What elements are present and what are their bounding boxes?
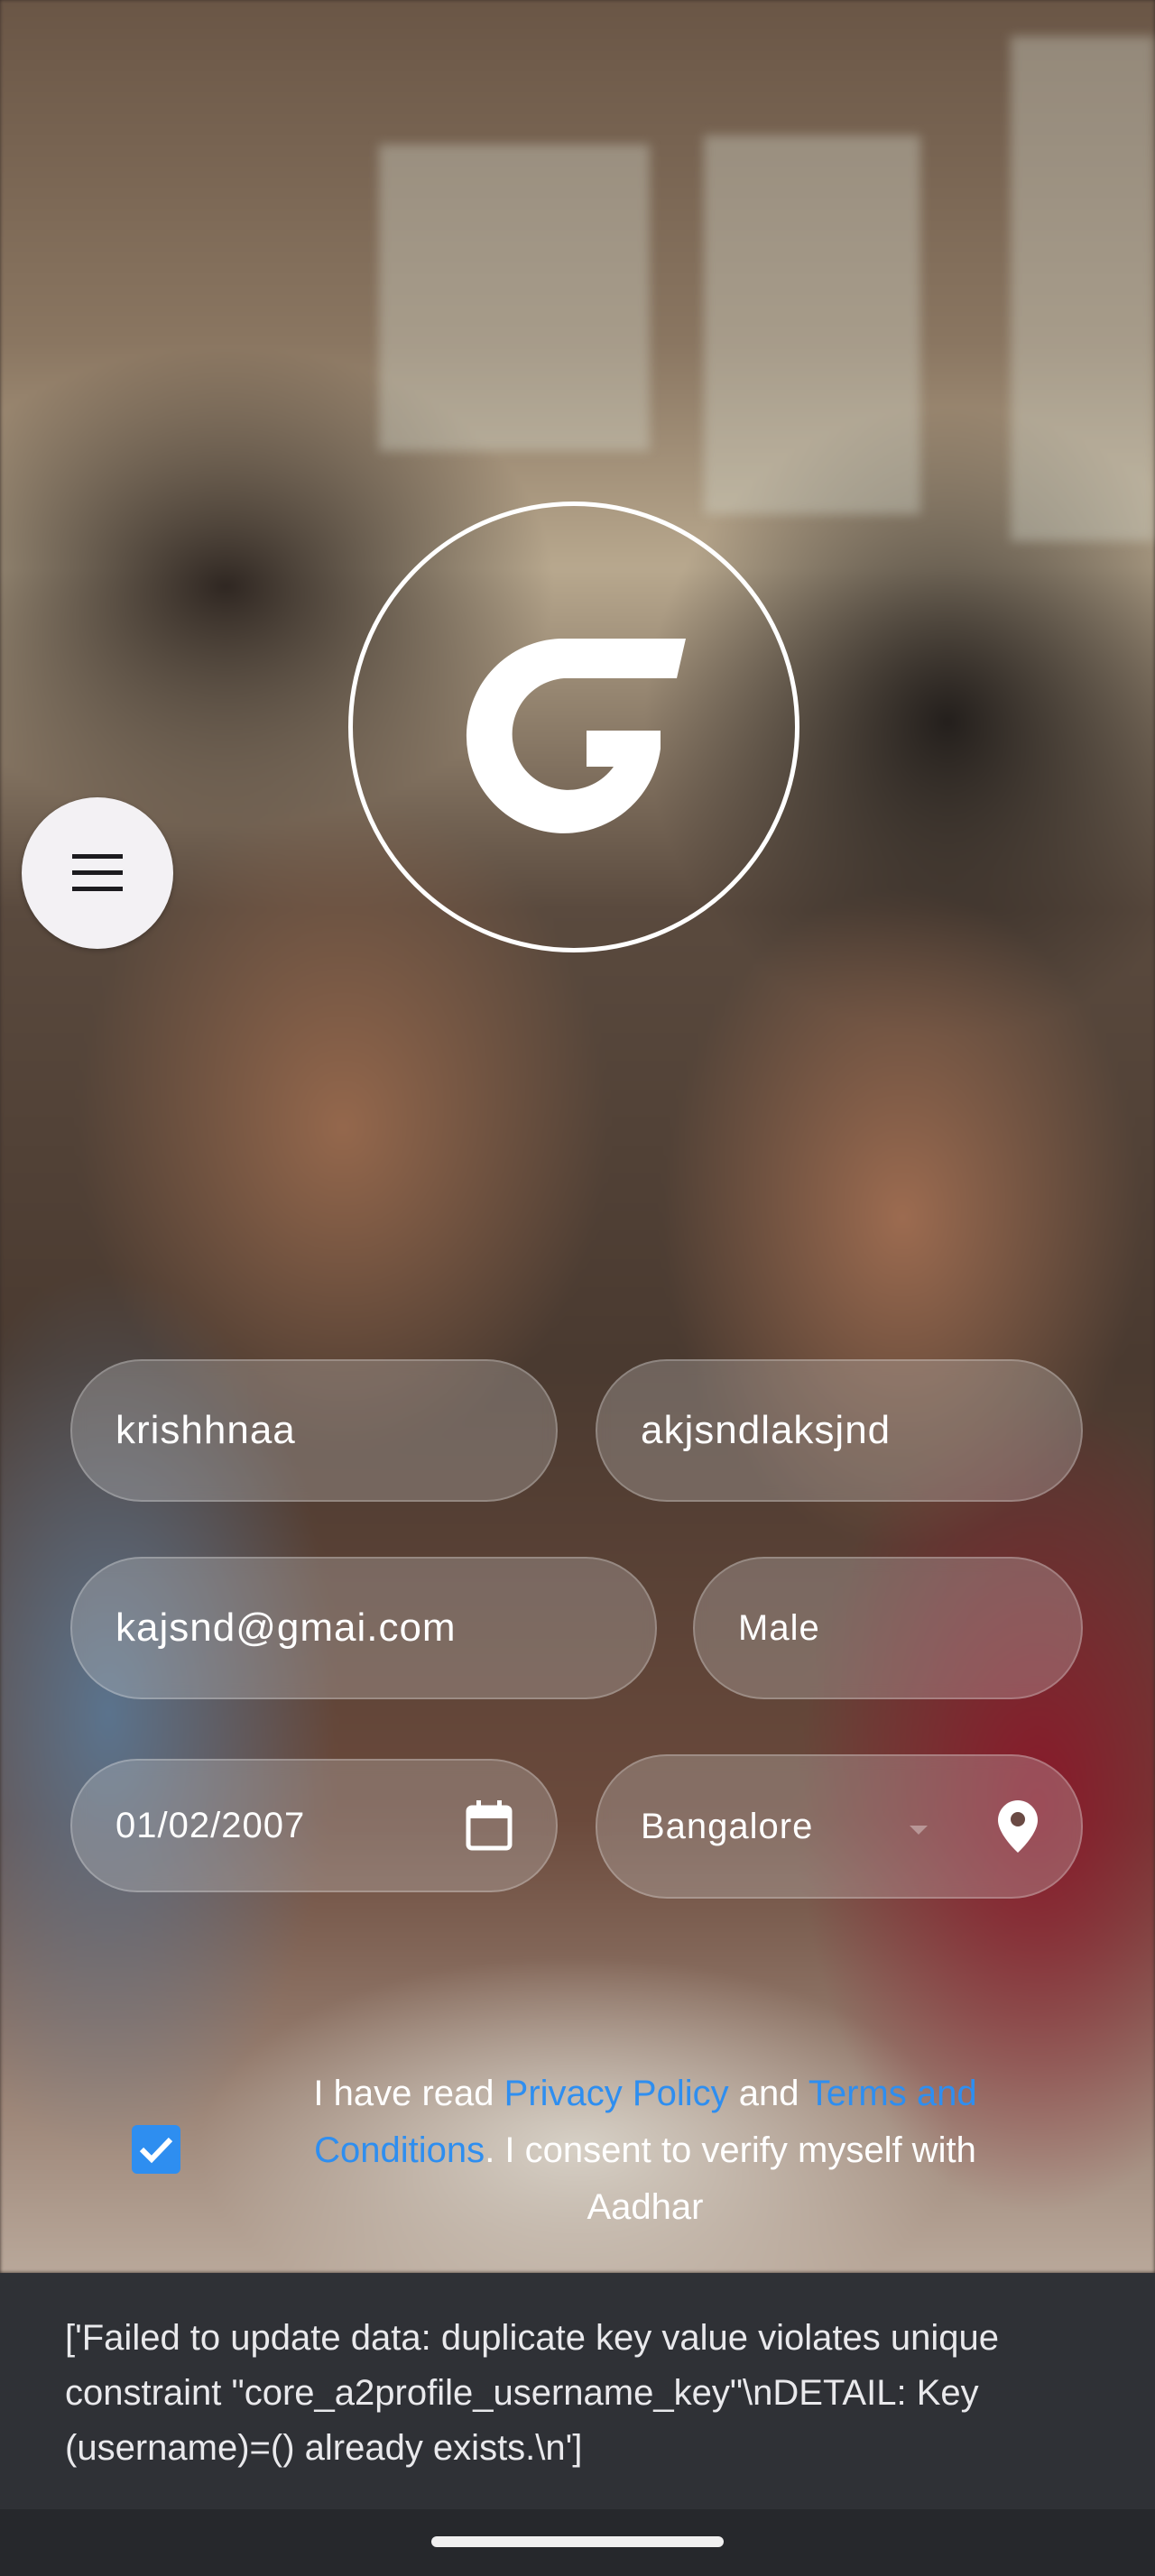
consent-suffix: . I consent to verify myself with Aadhar bbox=[485, 2130, 976, 2227]
background-window bbox=[379, 144, 650, 451]
error-snackbar: ['Failed to update data: duplicate key v… bbox=[0, 2273, 1155, 2509]
dob-field[interactable]: 01/02/2007 bbox=[70, 1759, 558, 1892]
snackbar-message: ['Failed to update data: duplicate key v… bbox=[65, 2318, 999, 2468]
email-value: kajsnd@gmai.com bbox=[116, 1605, 457, 1650]
g-logo-icon bbox=[466, 639, 686, 833]
location-pin-icon[interactable] bbox=[998, 1800, 1038, 1853]
dob-value: 01/02/2007 bbox=[116, 1805, 306, 1845]
first-name-field[interactable]: krishhnaa bbox=[70, 1359, 558, 1502]
checkmark-icon bbox=[139, 2137, 173, 2164]
calendar-icon[interactable] bbox=[466, 1800, 513, 1851]
gender-select[interactable]: Male bbox=[693, 1557, 1083, 1699]
background-window bbox=[704, 135, 920, 514]
email-field[interactable]: kajsnd@gmai.com bbox=[70, 1557, 657, 1699]
dropdown-caret-icon bbox=[910, 1826, 928, 1835]
city-select[interactable]: Bangalore bbox=[596, 1754, 1083, 1899]
last-name-value: akjsndlaksjnd bbox=[641, 1408, 892, 1452]
consent-prefix: I have read bbox=[313, 2074, 504, 2113]
first-name-value: krishhnaa bbox=[116, 1408, 296, 1452]
city-value: Bangalore bbox=[641, 1806, 814, 1846]
gesture-handle[interactable] bbox=[431, 2536, 724, 2547]
hamburger-menu-icon bbox=[72, 854, 123, 891]
consent-middle: and bbox=[728, 2074, 808, 2113]
privacy-policy-link[interactable]: Privacy Policy bbox=[504, 2074, 729, 2113]
background-window bbox=[1011, 36, 1155, 541]
last-name-field[interactable]: akjsndlaksjnd bbox=[596, 1359, 1083, 1502]
consent-checkbox[interactable] bbox=[132, 2125, 180, 2174]
gender-value: Male bbox=[738, 1607, 820, 1648]
consent-text: I have read Privacy Policy and Terms and… bbox=[271, 2065, 1020, 2236]
menu-button[interactable] bbox=[22, 797, 173, 949]
